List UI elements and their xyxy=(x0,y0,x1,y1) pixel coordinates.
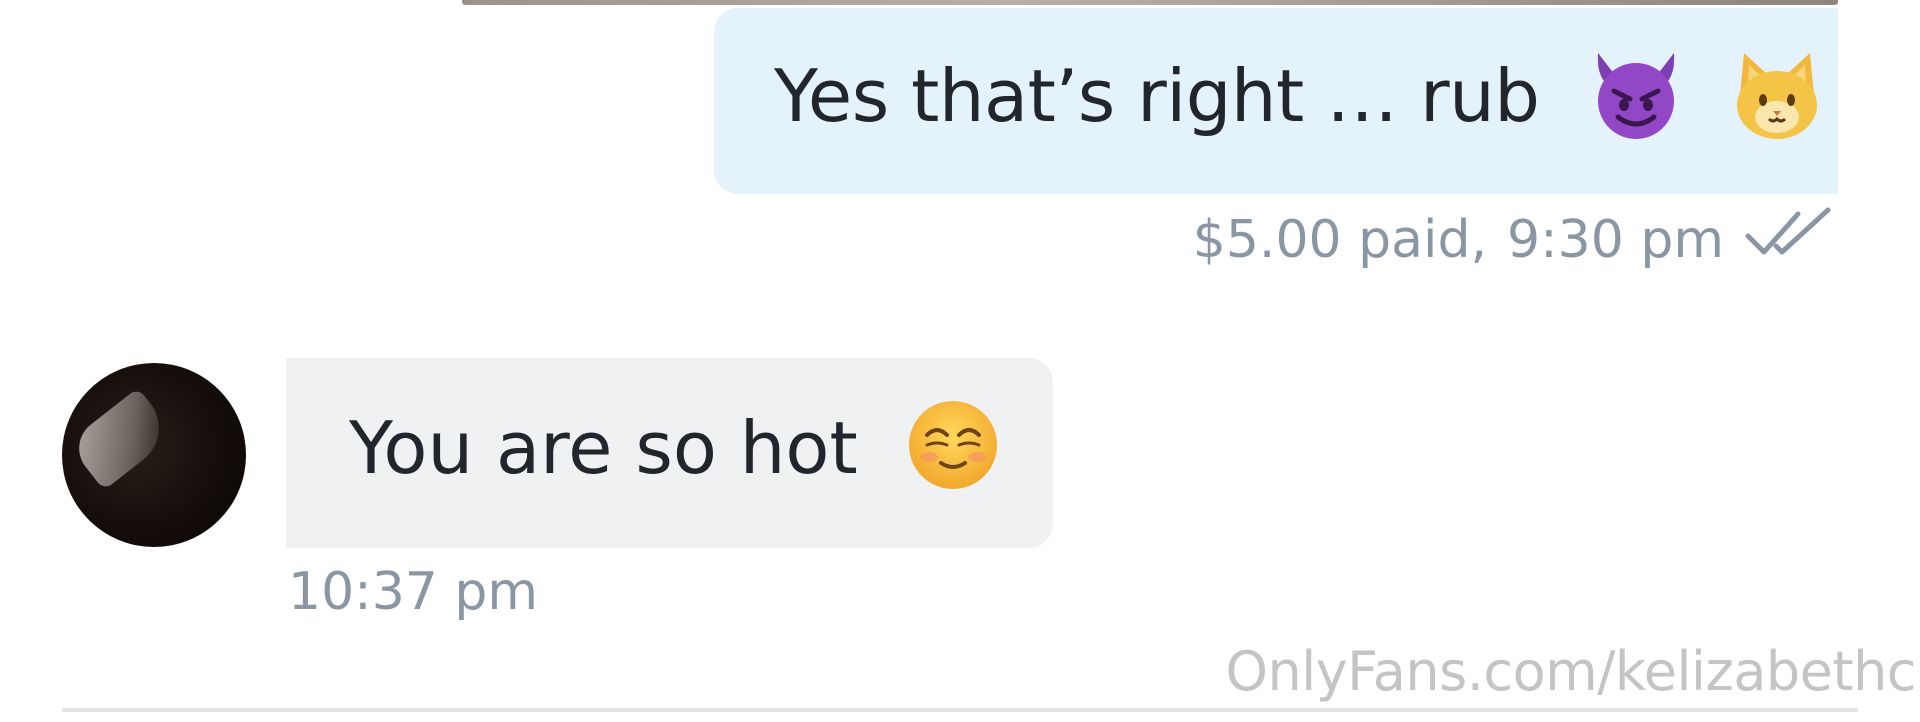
previous-media-edge[interactable] xyxy=(462,0,1838,5)
incoming-message-body: You are so hot xyxy=(349,405,858,490)
incoming-message-bubble[interactable]: You are so hot xyxy=(286,358,1053,548)
watermark: OnlyFans.com/kelizabethc xyxy=(1225,640,1916,703)
avatar-image-highlight xyxy=(67,387,175,491)
smiling-face-emoji-icon xyxy=(905,397,1001,510)
outgoing-message-body: Yes that’s right … rub xyxy=(774,53,1540,138)
double-check-icon xyxy=(1744,206,1836,275)
outgoing-message-meta: $5.00 paid, 9:30 pm xyxy=(1193,205,1836,275)
divider xyxy=(62,708,1858,712)
profile-avatar[interactable] xyxy=(62,363,246,547)
cat-face-emoji-icon xyxy=(1732,45,1822,158)
outgoing-message-text: Yes that’s right … rub xyxy=(774,45,1822,158)
outgoing-message-time: 9:30 pm xyxy=(1507,210,1724,270)
price-paid-label: $5.00 paid, xyxy=(1192,210,1488,270)
chat-view: Yes that’s right … rub $5.00 paid, 9:30 … xyxy=(0,0,1920,722)
smiling-devil-emoji-icon xyxy=(1588,45,1684,158)
incoming-message-time: 10:37 pm xyxy=(288,562,539,622)
outgoing-message-bubble[interactable]: Yes that’s right … rub xyxy=(714,8,1838,194)
incoming-message-text: You are so hot xyxy=(349,397,1001,510)
